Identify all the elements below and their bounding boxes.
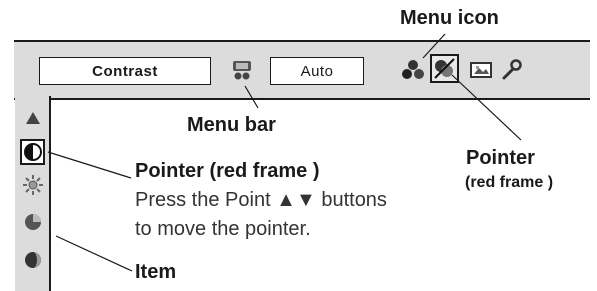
menu-icon-callout: Menu icon: [400, 7, 499, 29]
callout-leader-lines: [47, 33, 522, 272]
pointer-right-callout-sub: (red frame ): [465, 174, 554, 191]
pointer-right-callout: Pointer: [466, 147, 535, 169]
menu-bar-callout: Menu bar: [187, 114, 276, 136]
pointer-item-leader: [47, 151, 132, 179]
pointer-callout-title: Pointer (red frame ): [135, 160, 320, 182]
item-callout: Item: [135, 261, 177, 283]
pointer-right-leader: [451, 74, 522, 141]
pointer-callout-desc-line1: Press the Point ▲▼ buttons: [135, 189, 387, 211]
pointer-callout-desc-line2: to move the pointer.: [135, 218, 311, 240]
menu-icon-leader: [422, 33, 446, 59]
item-leader: [55, 235, 133, 272]
menu-bar-leader: [244, 85, 259, 109]
